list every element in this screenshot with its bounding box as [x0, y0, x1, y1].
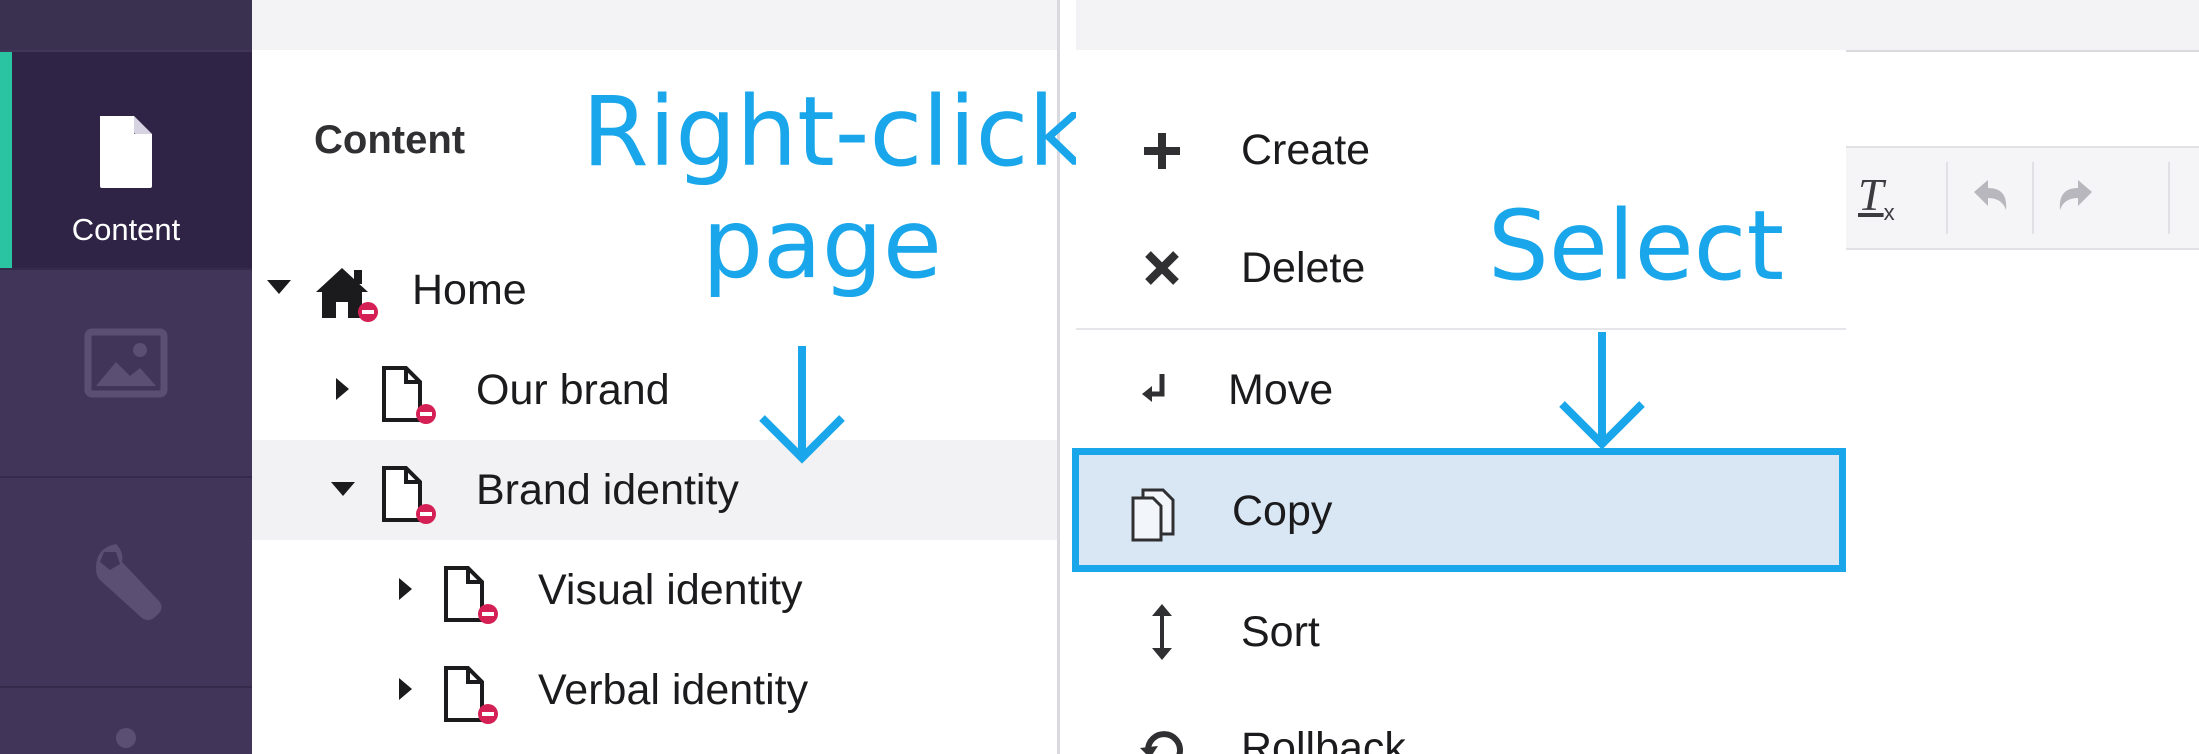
tree-node-label: Our brand	[476, 366, 670, 414]
menu-item-label: Move	[1228, 366, 1334, 414]
copy-icon	[1131, 488, 1175, 542]
user-icon[interactable]	[110, 724, 142, 754]
editor-header-strip	[1846, 0, 2199, 52]
redo-icon[interactable]	[2056, 178, 2094, 212]
panel-header-strip	[252, 0, 1060, 50]
context-menu: Create Delete Move Copy Sort Rollback Se…	[1072, 0, 1846, 754]
document-icon	[444, 566, 498, 624]
document-icon	[382, 466, 436, 524]
menu-item-label: Delete	[1241, 244, 1366, 292]
menu-item-sort[interactable]: Sort	[1076, 578, 1846, 688]
annotation-select: Select	[1487, 190, 1785, 302]
annotation-line: page	[702, 188, 942, 300]
menu-item-move[interactable]: Move	[1076, 336, 1846, 446]
tree-title: Content	[314, 118, 466, 162]
section-content[interactable]: Content	[0, 52, 252, 268]
expand-caret[interactable]	[399, 578, 412, 600]
arrow-down-icon	[759, 346, 845, 464]
menu-header-strip	[1076, 0, 1846, 50]
close-icon	[1145, 251, 1179, 285]
tree-node-verbal-identity[interactable]: Verbal identity	[252, 640, 1057, 740]
tree-node-label: Brand identity	[476, 466, 739, 514]
tree-node-brand-identity[interactable]: Brand identity	[252, 440, 1057, 540]
sidebar-top-band	[0, 0, 252, 50]
arrow-down-icon	[1559, 332, 1645, 450]
rollback-icon	[1140, 731, 1183, 754]
wrench-icon	[96, 544, 162, 620]
expand-caret[interactable]	[267, 280, 291, 294]
document-icon	[444, 666, 498, 724]
tree-node-visual-identity[interactable]: Visual identity	[252, 540, 1057, 640]
home-icon	[316, 268, 378, 322]
app-sidebar: Content	[0, 0, 252, 754]
content-tree-panel: Content Home Our brand Brand identity Vi…	[252, 0, 1084, 754]
tree-node-label: Verbal identity	[538, 666, 809, 714]
sidebar-divider	[0, 686, 252, 688]
menu-item-copy[interactable]: Copy	[1072, 448, 1846, 572]
expand-caret[interactable]	[399, 678, 412, 700]
menu-item-label: Sort	[1241, 608, 1320, 656]
sort-icon	[1152, 604, 1172, 660]
menu-item-rollback[interactable]: Rollback	[1076, 700, 1846, 754]
plus-icon	[1144, 133, 1180, 169]
menu-item-label: Copy	[1232, 487, 1333, 535]
editor-area: Tx	[1846, 0, 2199, 754]
tree-node-label: Visual identity	[538, 566, 803, 614]
document-icon	[100, 116, 152, 188]
clear-format-button[interactable]: Tx	[1858, 168, 1895, 226]
move-icon	[1142, 374, 1165, 402]
rich-text-toolbar: Tx	[1846, 146, 2199, 250]
section-settings[interactable]	[0, 478, 252, 686]
annotation-line: Right-click	[582, 76, 1084, 188]
expand-caret[interactable]	[331, 482, 355, 496]
document-icon	[382, 366, 436, 424]
menu-item-label: Rollback	[1241, 724, 1406, 754]
section-content-label: Content	[71, 212, 181, 247]
menu-separator	[1076, 328, 1846, 330]
annotation-right-click: Right-click page	[582, 76, 1084, 300]
tree-node-label: Home	[412, 266, 527, 314]
tree-node-our-brand[interactable]: Our brand	[252, 340, 1057, 440]
toolbar-separator	[1946, 162, 1948, 234]
toolbar-separator	[2032, 162, 2034, 234]
toolbar-separator	[2168, 162, 2170, 234]
image-icon	[84, 328, 168, 398]
undo-icon[interactable]	[1972, 178, 2010, 212]
section-media[interactable]	[0, 270, 252, 476]
expand-caret[interactable]	[336, 378, 349, 400]
menu-item-label: Create	[1241, 126, 1371, 174]
clear-format-label: T	[1858, 169, 1884, 220]
